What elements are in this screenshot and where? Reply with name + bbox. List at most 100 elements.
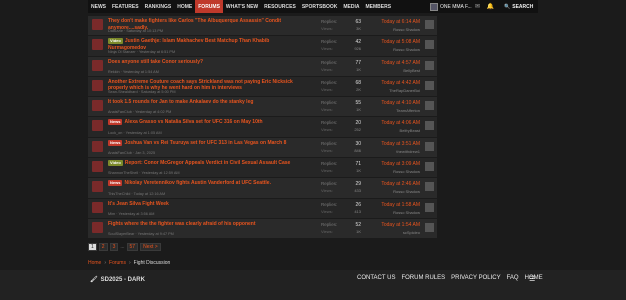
style-chooser[interactable]: 🖌 SD2025 - DARK [90,276,145,284]
thread-row[interactable]: Video Report: Conor McGregor Appeals Verd… [88,158,437,179]
thread-prefix-badge: News [108,139,123,146]
mail-icon[interactable]: ✉ [473,2,482,11]
last-post-user[interactable]: thewithdrew1 [368,149,420,154]
last-post-time[interactable]: Today at 3:51 AM [368,141,420,147]
thread-title-text[interactable]: It's Jean Silva Fight Week [108,201,169,207]
last-post-user[interactable]: BelfryBeast [368,128,420,133]
thread-row[interactable]: News Joshua Van vs Rei Tsuruya set for UF… [88,137,437,159]
thread-title[interactable]: Fights where the the fighter was clearly… [108,221,303,228]
nav-sportsbook[interactable]: SPORTSBOOK [299,0,341,13]
last-poster-avatar[interactable] [425,162,434,172]
page-3-button[interactable]: 3 [109,243,119,251]
last-post-time[interactable]: Today at 1:58 AM [368,202,420,208]
breadcrumb-forums[interactable]: Forums [109,260,126,266]
thread-starter-avatar[interactable] [92,19,103,30]
thread-title[interactable]: News Joshua Van vs Rei Tsuruya set for UF… [108,139,303,147]
thread-row[interactable]: It's Jean Silva Fight Week Mim · Yesterd… [88,198,437,219]
footer-link-privacy-policy[interactable]: PRIVACY POLICY [451,275,500,281]
last-post-time[interactable]: Today at 5:08 AM [368,39,420,45]
last-poster-avatar[interactable] [425,20,434,29]
thread-row[interactable]: Does anyone still take Conor seriously? … [88,56,437,77]
last-post-time[interactable]: Today at 1:54 AM [368,222,420,228]
page-2-button[interactable]: 2 [98,243,108,251]
last-post-time[interactable]: Today at 4:42 AM [368,80,420,86]
thread-title[interactable]: Does anyone still take Conor seriously? [108,59,303,66]
last-poster-avatar[interactable] [425,80,434,90]
thread-starter-avatar[interactable] [92,100,103,112]
footer-link-contact-us[interactable]: CONTACT US [357,275,395,281]
nav-rankings[interactable]: RANKINGS [142,0,175,13]
thread-starter-avatar[interactable] [92,221,103,233]
thread-starter-avatar[interactable] [92,79,103,91]
thread-row[interactable]: Video Justin Gaethje: Islam Makhachev Bes… [88,36,437,57]
thread-starter-avatar[interactable] [92,181,103,193]
last-post-user[interactable]: Rosso Shadow [368,210,420,215]
page-57-button[interactable]: 57 [126,243,139,251]
thread-title-text[interactable]: Nikolay Veretennikov fights Austin Vande… [124,180,271,186]
last-post-time[interactable]: Today at 6:14 AM [368,19,420,25]
last-poster-avatar[interactable] [425,202,434,212]
last-poster-avatar[interactable] [425,182,434,192]
thread-starter-avatar[interactable] [92,140,103,152]
last-poster-avatar[interactable] [425,101,434,111]
nav-forums[interactable]: FORUMS [195,0,223,13]
thread-starter-avatar[interactable] [92,39,103,51]
last-post-user[interactable]: Rosso Shadow [368,27,420,32]
user-menu[interactable]: ONE MMA F... [430,1,472,12]
thread-title-text[interactable]: Alexa Grasso vs Natalia Silva set for UF… [124,119,262,125]
nav-whats-new[interactable]: WHAT'S NEW [223,0,261,13]
last-post-user[interactable]: Rosso Shadow [368,189,420,194]
last-poster-avatar[interactable] [425,40,434,50]
last-post-user[interactable]: Rosso Shadow [368,47,420,52]
next-page-button[interactable]: Next > [140,243,161,251]
thread-row[interactable]: News Alexa Grasso vs Natalia Silva set fo… [88,117,437,138]
last-post-time[interactable]: Today at 4:57 AM [368,60,420,66]
nav-members[interactable]: MEMBERS [363,0,395,13]
search-button[interactable]: 🔍 SEARCH [504,0,538,13]
thread-row[interactable]: News Nikolay Veretennikov fights Austin V… [88,178,437,199]
last-poster-avatar[interactable] [425,222,434,232]
nav-news[interactable]: NEWS [88,0,109,13]
thread-title[interactable]: It took 1.5 rounds for Jan to make Ankal… [108,99,303,106]
nav-media[interactable]: MEDIA [340,0,362,13]
scroll-up-icon[interactable]: ☰ [529,275,535,283]
thread-row[interactable]: It took 1.5 rounds for Jan to make Ankal… [88,97,437,118]
bell-icon[interactable]: 🔔 [486,2,495,11]
thread-title[interactable]: Video Report: Conor McGregor Appeals Verd… [108,160,303,167]
thread-title-text[interactable]: Fights where the the fighter was clearly… [108,221,256,227]
thread-title-text[interactable]: It took 1.5 rounds for Jan to make Ankal… [108,99,253,105]
thread-title[interactable]: News Nikolay Veretennikov fights Austin V… [108,180,303,187]
thread-starter-avatar[interactable] [92,161,103,173]
nav-home[interactable]: HOME [174,0,195,13]
footer-link-forum-rules[interactable]: FORUM RULES [401,275,445,281]
thread-title-text[interactable]: Does anyone still take Conor seriously? [108,59,203,65]
nav-resources[interactable]: RESOURCES [261,0,299,13]
thread-starter-avatar[interactable] [92,201,103,213]
last-post-time[interactable]: Today at 2:46 AM [368,181,420,187]
last-post-user[interactable]: BellyBest [368,68,420,73]
last-post-user[interactable]: TeamAfferton [368,108,420,113]
last-poster-avatar[interactable] [425,121,434,131]
last-post-user[interactable]: TheRapDanerBoi [368,88,420,93]
last-post-time[interactable]: Today at 4:10 AM [368,100,420,106]
thread-title-text[interactable]: Joshua Van vs Rei Tsuruya set for UFC 31… [124,140,286,146]
thread-starter-avatar[interactable] [92,120,103,132]
last-post-time[interactable]: Today at 3:09 AM [368,161,420,167]
last-post-time[interactable]: Today at 4:06 AM [368,120,420,126]
last-post-user[interactable]: Rosso Shadow [368,169,420,174]
last-poster-avatar[interactable] [425,60,434,70]
breadcrumb-home[interactable]: Home [88,260,101,266]
thread-starter-avatar[interactable] [92,59,103,71]
thread-title-text[interactable]: Report: Conor McGregor Appeals Verdict i… [125,160,291,166]
thread-row[interactable]: Fights where the the fighter was clearly… [88,218,437,240]
nav-features[interactable]: FEATURES [109,0,142,13]
thread-title[interactable]: News Alexa Grasso vs Natalia Silva set fo… [108,119,303,126]
thread-title[interactable]: It's Jean Silva Fight Week [108,201,303,208]
last-post-user[interactable]: scSpicleo [368,230,420,235]
thread-row[interactable]: Another Extreme Couture coach says Stric… [88,76,437,98]
last-poster-avatar[interactable] [425,141,434,151]
thread-row[interactable]: They don't make fighters like Carlos "Th… [88,16,437,37]
page-1-button[interactable]: 1 [88,243,97,251]
breadcrumb-current[interactable]: Fight Discussion [134,260,171,266]
footer-link-faq[interactable]: FAQ [507,275,519,281]
